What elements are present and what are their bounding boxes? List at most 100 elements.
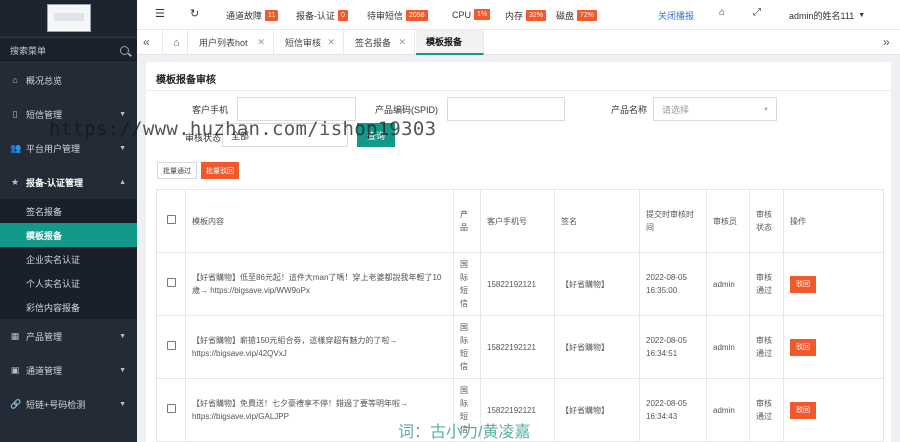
- menu-search-label: 搜索菜单: [10, 45, 47, 56]
- status-badge: 11: [265, 10, 279, 21]
- table-row: 【好省購物】低至86元起！這件大man了嗎！穿上老婆都說我年輕了10歲→ htt…: [156, 252, 884, 316]
- reject-button[interactable]: 驳回: [790, 401, 816, 419]
- col-reviewer: 审核员: [706, 189, 750, 253]
- cell-status: 审核通过: [749, 378, 784, 442]
- sidebar-subitem-template-report[interactable]: 模板报备: [0, 223, 137, 247]
- message-icon: ▯: [12, 108, 18, 119]
- home-icon: ⌂: [173, 36, 180, 49]
- tab-home[interactable]: ⌂: [162, 30, 188, 55]
- cell-product: 国际短信: [453, 315, 481, 379]
- cell-reviewer: admin: [706, 252, 750, 316]
- close-icon[interactable]: ✕: [327, 37, 335, 48]
- template-table: 模板内容 产品 客户手机号 签名 提交时审核时间 审核员 审核状态 操作 【好省…: [156, 189, 884, 442]
- tab-bar: « ⌂ 用户列表hot ✕ 短信审核 ✕ 签名报备 ✕ 模板报备 »: [137, 30, 900, 55]
- logo-image: [46, 4, 91, 32]
- cell-content: 【好省購物】嶄搶150元組合劵，這樣穿超有魅力的了啦→ https://bigs…: [185, 315, 454, 379]
- col-status: 审核状态: [749, 189, 784, 253]
- product-code-input[interactable]: [447, 97, 565, 121]
- stat-memory[interactable]: 内存 32%: [505, 9, 547, 22]
- stat-channel-fault[interactable]: 通道故障 11: [226, 9, 279, 22]
- watermark-url: https://www.huzhan.com/ishop19303: [49, 118, 437, 140]
- sidebar-item-report-auth[interactable]: ★ 报备-认证管理 ▲: [0, 165, 137, 199]
- tabs-scroll-right-icon[interactable]: »: [883, 35, 890, 49]
- channel-icon: ▣: [10, 364, 20, 375]
- menu-search[interactable]: 搜索菜单: [0, 37, 137, 63]
- chevron-up-icon: ▲: [119, 178, 126, 186]
- user-menu[interactable]: admin的姓名111 ▼: [789, 9, 865, 22]
- cell-reviewer: admin: [706, 315, 750, 379]
- tab-sign-report[interactable]: 签名报备 ✕: [345, 30, 415, 55]
- sidebar-menu: ⌂ 概况总览 ▯ 短信管理 ▼ 👥 平台用户管理 ▼ ★ 报备-认证管理 ▲ 签…: [0, 63, 137, 421]
- stat-disk[interactable]: 磁盘 72%: [556, 9, 598, 22]
- cell-product: 国际短信: [453, 252, 481, 316]
- select-all-checkbox-cell[interactable]: [156, 189, 186, 253]
- sidebar-item-shortlink[interactable]: 🔗 短链+号码检测 ▼: [0, 387, 137, 421]
- chevron-down-icon: ▼: [119, 144, 126, 152]
- cell-sign: 【好省購物】: [554, 378, 640, 442]
- grid-icon: ▦: [10, 330, 20, 341]
- reject-button[interactable]: 驳回: [790, 338, 816, 356]
- sidebar-item-overview[interactable]: ⌂ 概况总览: [0, 63, 137, 97]
- cell-time: 2022-08-05 16:34:43: [639, 378, 707, 442]
- chevron-down-icon: ▼: [119, 110, 126, 118]
- row-checkbox[interactable]: [166, 340, 176, 350]
- col-template-content: 模板内容: [185, 189, 454, 253]
- product-name-label: 产品名称: [611, 105, 648, 115]
- chevron-down-icon: ▼: [763, 107, 769, 113]
- cell-time: 2022-08-05 16:34:51: [639, 315, 707, 379]
- chevron-down-icon: ▼: [119, 400, 126, 408]
- sidebar-subitem-mms-report[interactable]: 彩信内容报备: [0, 295, 137, 319]
- tag-icon[interactable]: ⌂: [719, 7, 725, 18]
- col-time: 提交时审核时间: [639, 189, 707, 253]
- cell-time: 2022-08-05 16:35:00: [639, 252, 707, 316]
- sidebar-subitem-company-auth[interactable]: 企业实名认证: [0, 247, 137, 271]
- col-phone: 客户手机号: [480, 189, 555, 253]
- cell-phone: 15822192121: [480, 252, 555, 316]
- product-name-select[interactable]: 请选择 ▼: [653, 97, 777, 121]
- caret-down-icon: ▼: [858, 12, 866, 19]
- status-badge: 72%: [577, 10, 598, 21]
- close-broadcast-link[interactable]: 关闭播报: [658, 9, 694, 22]
- customer-phone-label: 客户手机: [192, 105, 229, 115]
- users-icon: 👥: [10, 142, 22, 153]
- search-icon[interactable]: [120, 45, 129, 55]
- logo[interactable]: [0, 0, 137, 36]
- row-checkbox[interactable]: [166, 277, 176, 287]
- cell-sign: 【好省購物】: [554, 315, 640, 379]
- fullscreen-icon[interactable]: ⤢: [753, 7, 761, 18]
- cell-status: 审核通过: [749, 315, 784, 379]
- batch-pass-button[interactable]: 批量通过: [157, 162, 197, 179]
- star-icon: ★: [10, 176, 20, 187]
- sidebar-item-products[interactable]: ▦ 产品管理 ▼: [0, 319, 137, 353]
- sidebar-item-label: 产品管理: [26, 331, 63, 342]
- chevron-down-icon: ▼: [119, 366, 126, 374]
- cell-reviewer: admin: [706, 378, 750, 442]
- sidebar-item-label: 报备-认证管理: [26, 177, 83, 188]
- close-icon[interactable]: ✕: [398, 37, 406, 48]
- cell-phone: 15822192121: [480, 315, 555, 379]
- col-product: 产品: [453, 189, 481, 253]
- row-checkbox[interactable]: [166, 403, 176, 413]
- status-badge: 2058: [406, 10, 428, 21]
- sidebar-item-channels[interactable]: ▣ 通道管理 ▼: [0, 353, 137, 387]
- page-title: 模板报备审核: [156, 75, 216, 86]
- batch-reject-button[interactable]: 批量驳回: [201, 162, 239, 179]
- select-all-checkbox[interactable]: [166, 214, 176, 224]
- tab-user-list[interactable]: 用户列表hot ✕: [189, 30, 274, 55]
- refresh-icon[interactable]: ↻: [190, 7, 199, 20]
- status-badge: 32%: [526, 10, 547, 21]
- tabs-scroll-left-icon[interactable]: «: [143, 35, 150, 49]
- tab-template-report[interactable]: 模板报备: [416, 30, 484, 55]
- home-icon: ⌂: [12, 75, 18, 85]
- stat-report-auth[interactable]: 报备-认证 0: [296, 9, 348, 22]
- sidebar-subitem-sign-report[interactable]: 签名报备: [0, 199, 137, 223]
- reject-button[interactable]: 驳回: [790, 275, 816, 293]
- col-sign: 签名: [554, 189, 640, 253]
- status-badge: 0: [338, 10, 348, 21]
- stat-pending-sms[interactable]: 待审短信 2058: [367, 9, 428, 22]
- sidebar-subitem-personal-auth[interactable]: 个人实名认证: [0, 271, 137, 295]
- tab-sms-review[interactable]: 短信审核 ✕: [275, 30, 344, 55]
- stat-cpu[interactable]: CPU 1%: [452, 9, 491, 20]
- close-icon[interactable]: ✕: [257, 37, 265, 48]
- menu-toggle-icon[interactable]: ☰: [155, 7, 165, 20]
